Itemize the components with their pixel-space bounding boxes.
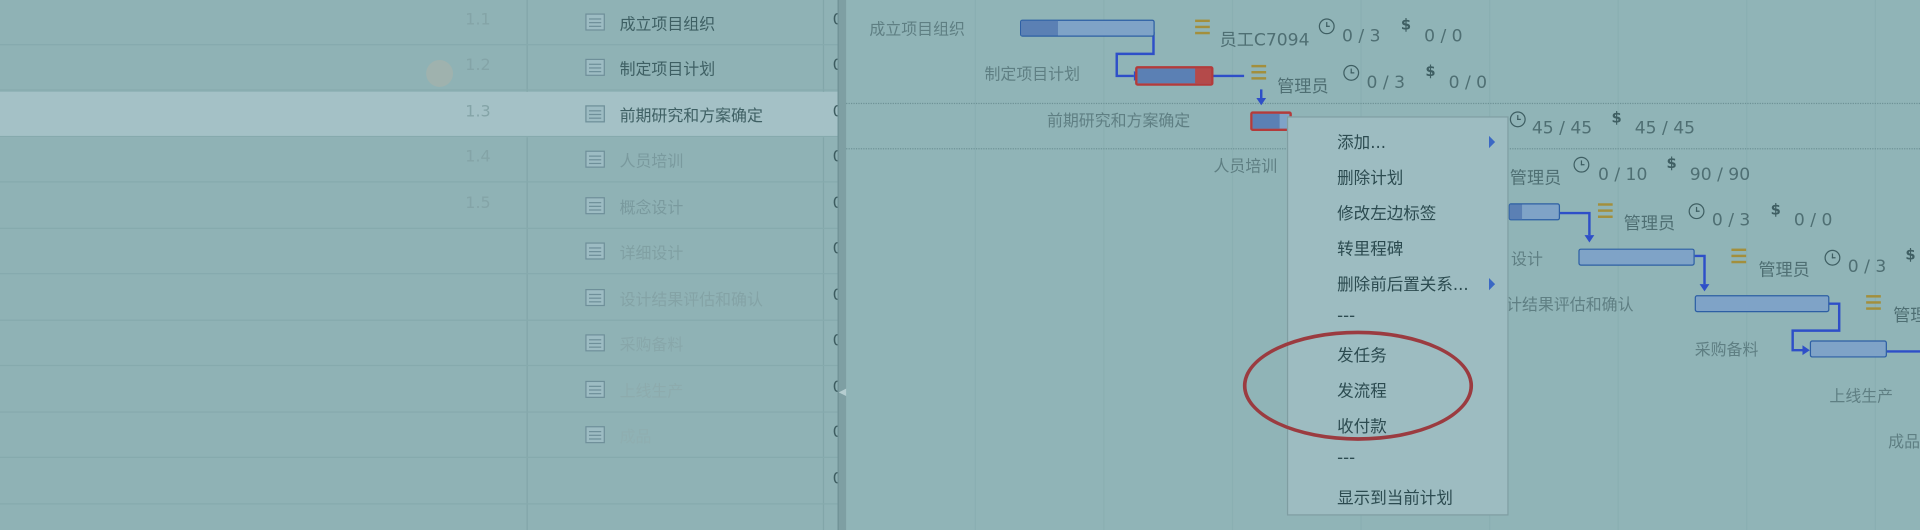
menu-item[interactable]: 删除前后置关系... [1288,264,1507,300]
cost-value: 90 / 90 [1689,165,1751,185]
menu-separator: --- [1288,300,1507,336]
menu-item[interactable]: 显示到当前计划 [1288,478,1507,514]
cost-icon: $ [1400,15,1412,34]
cost-value: 0 / 0 [1448,73,1488,94]
cost-icon: $ [1770,200,1781,218]
clock-icon [1824,249,1841,266]
resource-icon [1195,19,1210,35]
menu-item-label: --- [1337,448,1356,468]
gantt-task-label: 采购备料 [1694,341,1759,361]
gantt-task-label: 人员培训 [1213,157,1278,177]
resource-icon [1866,295,1881,310]
gantt-task-label: 成立项目组织 [869,20,965,40]
menu-item-label: 删除前后置关系... [1337,275,1469,296]
resource-name: 管理 [1893,306,1920,326]
gantt-task-label: 设计 [1511,251,1543,270]
menu-item-label: --- [1337,306,1356,326]
time-value: 45 / 45 [1531,118,1593,139]
gantt-bar[interactable] [1508,203,1561,221]
time-value: 0 / 3 [1342,26,1381,47]
gantt-bar[interactable] [1694,295,1830,313]
resource-name: 管理员 [1509,168,1562,189]
resource-icon [1731,248,1747,264]
resource-name: 管理员 [1277,77,1329,97]
menu-item[interactable]: 转里程碑 [1288,229,1507,265]
cost-icon: $ [1905,246,1916,264]
time-value: 0 / 3 [1711,210,1751,231]
gantt-task-label: 成品 [1888,433,1920,452]
gantt-bar[interactable] [1020,19,1155,37]
gantt-bar[interactable] [1809,340,1887,358]
gantt-task-label: 计结果评估和确认 [1506,296,1634,315]
resource-name: 员工C7094 [1219,30,1310,51]
menu-item-label: 转里程碑 [1337,240,1404,260]
gantt-task-label: 上线生产 [1829,388,1894,407]
gantt-bar[interactable] [1578,248,1695,266]
resource-name: 管理员 [1623,214,1676,234]
menu-item-label: 显示到当前计划 [1337,488,1453,509]
submenu-arrow-icon [1488,135,1496,149]
cost-icon: $ [1611,108,1622,127]
gantt-bar-critical[interactable] [1135,66,1214,86]
cost-icon: $ [1666,154,1677,172]
menu-item[interactable]: 添加... [1288,122,1507,158]
clock-icon [1318,18,1335,35]
menu-item-label: 添加... [1337,133,1386,154]
menu-item-label: 修改左边标签 [1337,204,1437,225]
cost-icon: $ [1425,62,1436,80]
context-menu: 添加... 删除计划 修改左边标签 转里程碑 删除前后置关系... --- 发任务 发流程 收付… [1286,116,1509,516]
cost-value: 0 / 0 [1793,210,1833,231]
highlight-annotation-oval [1242,330,1474,441]
menu-item-label: 删除计划 [1337,168,1404,189]
clock-icon [1343,64,1360,81]
clock-icon [1688,203,1705,220]
resource-icon [1597,203,1613,218]
time-value: 0 / 3 [1366,73,1406,94]
menu-item[interactable]: 删除计划 [1288,158,1507,194]
gantt-task-label: 前期研究和方案确定 [1046,112,1191,132]
time-value: 0 / 10 [1597,165,1648,185]
resource-icon [1251,64,1267,80]
clock-icon [1509,111,1526,128]
cost-value: 0 / 0 [1424,26,1463,47]
clock-icon [1573,156,1590,173]
cost-value: 45 / 45 [1634,118,1696,139]
time-value: 0 / 3 [1847,257,1887,277]
gantt-task-label: 制定项目计划 [984,66,1081,85]
resource-name: 管理员 [1758,260,1810,281]
menu-item[interactable]: 修改左边标签 [1288,193,1507,229]
submenu-arrow-icon [1488,277,1496,291]
gantt-bar-selected[interactable] [1250,111,1292,132]
menu-separator: --- [1288,442,1507,478]
